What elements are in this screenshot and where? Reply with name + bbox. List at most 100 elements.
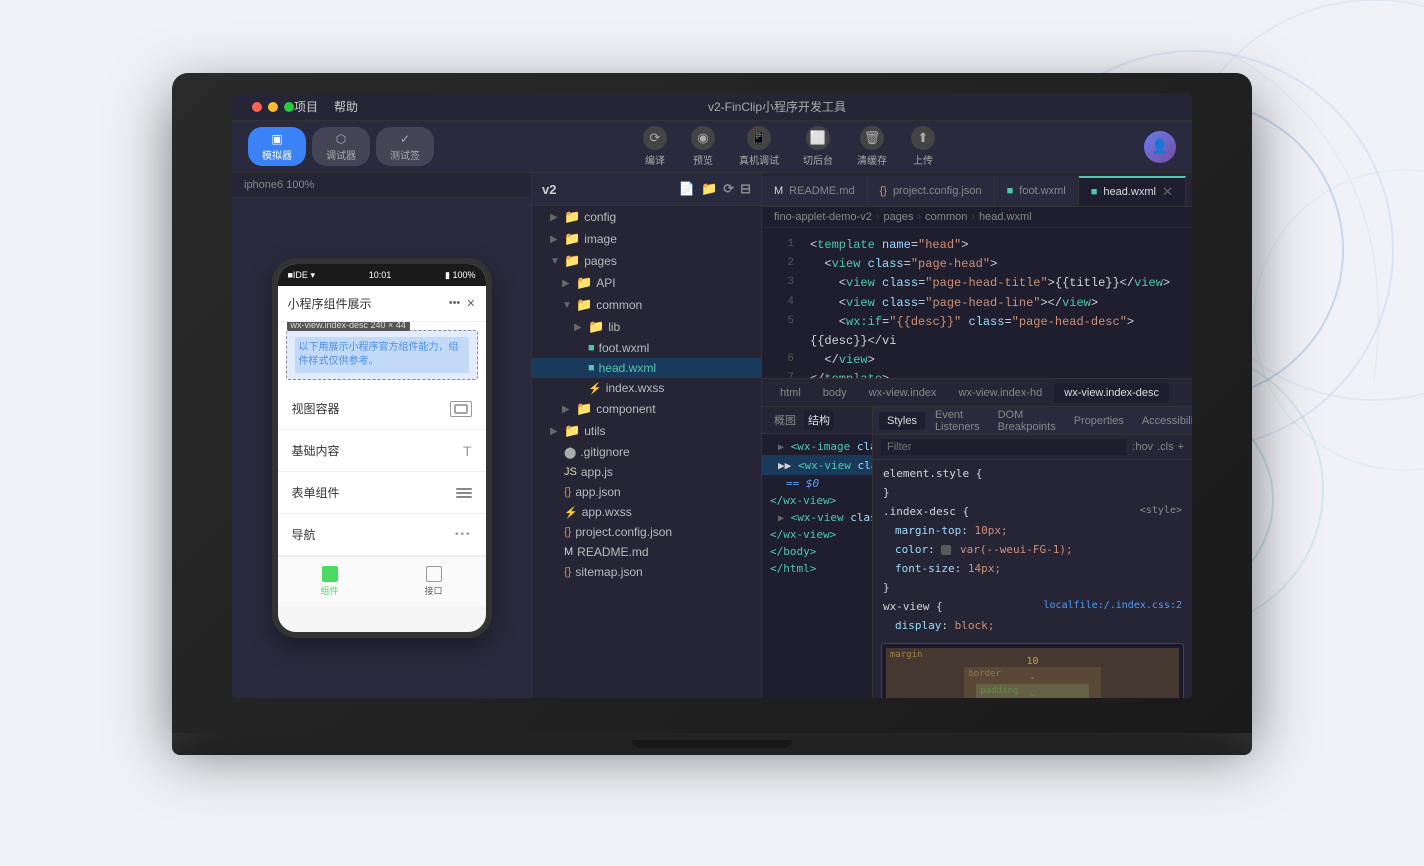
tree-file-app-json[interactable]: ▶ {} app.json [532, 482, 761, 502]
dt-tab-wxview-desc[interactable]: wx-view.index-desc [1054, 383, 1169, 403]
st-tab-events[interactable]: Event Listeners [927, 407, 988, 436]
breadcrumb-common[interactable]: common [925, 211, 967, 223]
nav-item-component[interactable]: 组件 [278, 557, 382, 606]
close-icon[interactable]: ✕ [466, 297, 475, 310]
list-item-2[interactable]: 表单组件 [278, 472, 486, 514]
breadcrumb-file[interactable]: head.wxml [979, 211, 1032, 223]
ht-line-1[interactable]: ▶▶ <wx-view class="index-desc" >以下用展示示小程… [762, 455, 872, 475]
st-tab-props[interactable]: Properties [1066, 412, 1132, 430]
upload-tool[interactable]: ⬆ 上传 [911, 126, 935, 167]
preview-tool[interactable]: ◉ 预览 [691, 126, 715, 167]
phone-panel-header: iphone6 100% [232, 173, 531, 198]
collapse-icon[interactable]: ⊟ [740, 181, 751, 197]
menu-item-project[interactable]: 项目 [294, 98, 318, 115]
style-source-2[interactable]: localfile:/.index.css:2 [1044, 600, 1182, 611]
tree-file-head-wxml[interactable]: ▶ ■ head.wxml [532, 358, 761, 378]
dt-inner-tab-overview[interactable]: 概图 [770, 410, 800, 430]
dt-tab-body[interactable]: body [813, 383, 857, 403]
tree-folder-pages[interactable]: ▼ 📁 pages [532, 250, 761, 272]
nav-item-interface[interactable]: 接口 [382, 557, 486, 606]
breadcrumb-root[interactable]: fino-applet-demo-v2 [774, 211, 872, 223]
tab-more[interactable]: ••• [1186, 190, 1192, 206]
list-item-icon-1: T [463, 443, 472, 459]
tree-file-app-js[interactable]: ▶ JS app.js [532, 462, 761, 482]
line-num: 5 [770, 313, 794, 351]
tree-file-sitemap[interactable]: ▶ {} sitemap.json [532, 562, 761, 582]
list-item-1[interactable]: 基础内容 T [278, 430, 486, 472]
breadcrumb-pages[interactable]: pages [884, 211, 914, 223]
list-item-0[interactable]: 视图容器 [278, 388, 486, 430]
filter-plus[interactable]: + [1178, 441, 1184, 453]
tree-folder-config[interactable]: ▶ 📁 config [532, 206, 761, 228]
tree-file-gitignore[interactable]: ▶ ⬤ .gitignore [532, 442, 761, 462]
dt-tab-wxview-hd[interactable]: wx-view.index-hd [949, 383, 1053, 403]
background-tool[interactable]: ⬜ 切后台 [803, 126, 833, 167]
tree-item-label: app.wxss [582, 505, 632, 519]
tree-folder-lib[interactable]: ▶ 📁 lib [532, 316, 761, 338]
style-selector-2: wx-view { [883, 600, 943, 613]
tab-foot-wxml[interactable]: ■ foot.wxml [995, 176, 1079, 206]
phone-title-bar: 小程序组件展示 ••• ✕ [278, 286, 486, 322]
tab-close-btn[interactable]: ✕ [1162, 184, 1173, 200]
simulator-btn[interactable]: ▣ 模拟器 [248, 127, 306, 166]
filter-hov[interactable]: :hov [1132, 441, 1153, 453]
filter-cls[interactable]: .cls [1157, 441, 1174, 453]
code-area[interactable]: 1 <template name="head"> 2 <view class="… [762, 228, 1192, 378]
debugger-btn[interactable]: ⬡ 调试器 [312, 127, 370, 166]
menu-item-help[interactable]: 帮助 [334, 98, 358, 115]
tab-head-wxml[interactable]: ■ head.wxml ✕ [1079, 176, 1186, 206]
ht-line-5[interactable]: </wx-view> [762, 526, 872, 543]
test-btn[interactable]: ✓ 测试签 [376, 127, 434, 166]
file-tree-panel: v2 📄 📁 ⟳ ⊟ ▶ 📁 config [532, 173, 762, 698]
dt-tab-wxview-index[interactable]: wx-view.index [859, 383, 947, 403]
win-min-btn[interactable] [268, 102, 278, 112]
ht-line-0[interactable]: ▶ <wx-image class="index-logo" src="../r… [762, 438, 872, 455]
style-prop-color: color: var(--weui-FG-1); [873, 540, 1192, 559]
code-content: </template> [810, 370, 889, 378]
breadcrumb: fino-applet-demo-v2 › pages › common › h… [762, 207, 1192, 228]
filter-input[interactable] [881, 439, 1126, 455]
new-folder-icon[interactable]: 📁 [701, 181, 717, 197]
user-avatar[interactable]: 👤 [1144, 131, 1176, 163]
tree-file-project-config[interactable]: ▶ {} project.config.json [532, 522, 761, 542]
dt-tab-html[interactable]: html [770, 383, 811, 403]
list-item-3[interactable]: 导航 ••• [278, 514, 486, 556]
st-tab-dom[interactable]: DOM Breakpoints [990, 407, 1064, 436]
win-close-btn[interactable] [252, 102, 262, 112]
tree-folder-component[interactable]: ▶ 📁 component [532, 398, 761, 420]
ht-line-6[interactable]: </body> [762, 543, 872, 560]
new-file-icon[interactable]: 📄 [679, 181, 695, 197]
tree-file-readme[interactable]: ▶ M README.md [532, 542, 761, 562]
styles-content: element.style { } .inde [873, 460, 1192, 698]
style-prop-name-3: font-size [895, 562, 955, 575]
tree-folder-common[interactable]: ▼ 📁 common [532, 294, 761, 316]
menu-bar: 项目 帮助 v2-FinClip小程序开发工具 [232, 93, 1192, 121]
tree-folder-utils[interactable]: ▶ 📁 utils [532, 420, 761, 442]
tree-item-label: lib [608, 320, 620, 334]
tab-readme[interactable]: M README.md [762, 176, 868, 206]
ht-line-4[interactable]: ▶ <wx-view class="index-bd" >_</wx-view> [762, 509, 872, 526]
code-content: <wx:if="{{desc}}" class="page-head-desc"… [810, 313, 1184, 351]
tab-project-config[interactable]: {} project.config.json [868, 176, 995, 206]
list-item-label-1: 基础内容 [292, 442, 340, 459]
device-debug-tool[interactable]: 📱 真机调试 [739, 126, 779, 167]
st-tab-access[interactable]: Accessibility [1134, 412, 1192, 430]
compile-tool[interactable]: ⟳ 编译 [643, 126, 667, 167]
clear-cache-tool[interactable]: 🗑 清缓存 [857, 126, 887, 167]
ht-line-3[interactable]: </wx-view> [762, 492, 872, 509]
style-source-1[interactable]: <style> [1140, 505, 1182, 516]
tree-file-foot-wxml[interactable]: ▶ ■ foot.wxml [532, 338, 761, 358]
ht-line-7[interactable]: </html> [762, 560, 872, 577]
win-max-btn[interactable] [284, 102, 294, 112]
tree-folder-image[interactable]: ▶ 📁 image [532, 228, 761, 250]
style-prop-name: margin-top [895, 524, 961, 537]
tree-file-index-wxss[interactable]: ▶ ⚡ index.wxss [532, 378, 761, 398]
box-margin: margin 10 - border [886, 648, 1179, 698]
tree-file-app-wxss[interactable]: ▶ ⚡ app.wxss [532, 502, 761, 522]
refresh-icon[interactable]: ⟳ [723, 181, 734, 197]
st-tab-styles[interactable]: Styles [879, 412, 925, 430]
dt-inner-tab-detail[interactable]: 结构 [804, 410, 834, 430]
more-icon[interactable]: ••• [449, 297, 461, 310]
tree-item-label: pages [584, 254, 617, 268]
tree-folder-api[interactable]: ▶ 📁 API [532, 272, 761, 294]
